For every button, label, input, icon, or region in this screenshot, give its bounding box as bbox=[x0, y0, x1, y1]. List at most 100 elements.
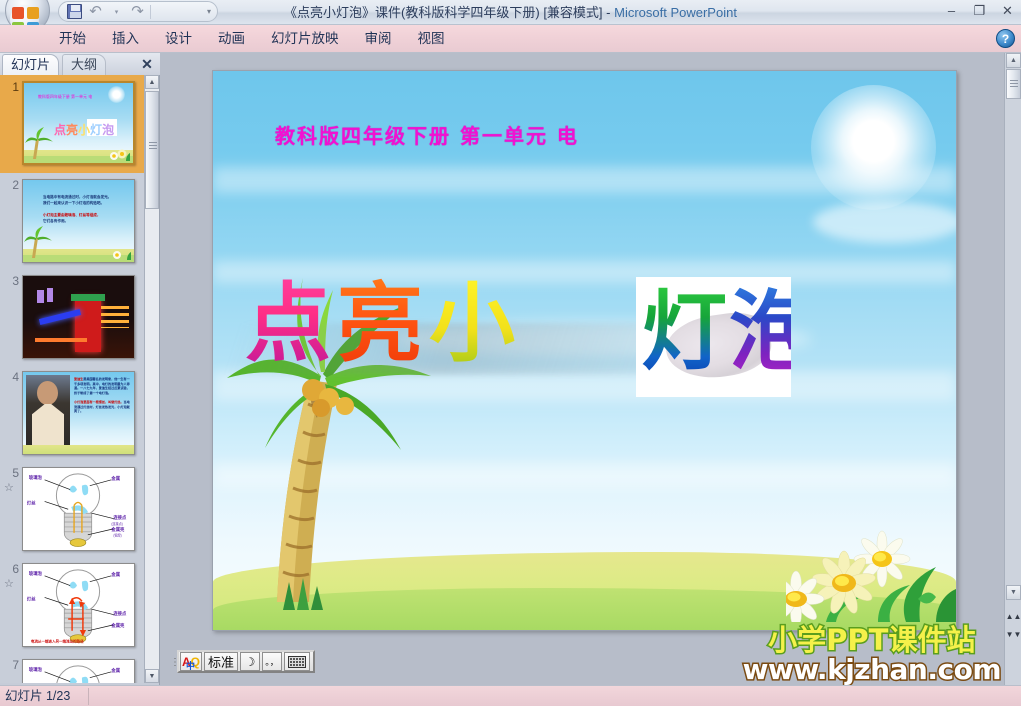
close-button[interactable]: ✕ bbox=[998, 2, 1017, 19]
slide-vertical-scrollbar[interactable]: ▲ ▼ ▲▲ ▼▼ bbox=[1004, 53, 1021, 685]
svg-text:连接点: 连接点 bbox=[113, 610, 127, 617]
status-bar: 幻灯片 1/23 bbox=[0, 685, 1021, 706]
scroll-thumb[interactable] bbox=[1006, 69, 1021, 99]
thumb-portrait-photo bbox=[26, 375, 70, 445]
ime-fullwidth-icon[interactable]: ☽ bbox=[240, 652, 261, 671]
thumb-neon-strip bbox=[35, 338, 87, 342]
help-icon[interactable]: ? bbox=[996, 29, 1015, 48]
thumb-neon-purple bbox=[37, 290, 44, 303]
save-button[interactable] bbox=[66, 3, 83, 20]
tab-outline[interactable]: 大纲 bbox=[62, 54, 107, 75]
thumbnail-item-3[interactable]: 3 bbox=[0, 269, 145, 365]
thumbnail-item-2[interactable]: 2 当电路中有电流通过时，小灯泡就会发光。 我们一起来认识一下小灯泡的构造吧。 小灯… bbox=[0, 173, 145, 269]
tab-slideshow[interactable]: 幻灯片放映 bbox=[258, 25, 352, 53]
status-divider bbox=[88, 688, 89, 705]
close-pane-icon[interactable]: ✕ bbox=[138, 55, 156, 73]
ribbon-tab-strip: 开始 插入 设计 动画 幻灯片放映 审阅 视图 ? bbox=[0, 25, 1021, 53]
tab-view[interactable]: 视图 bbox=[405, 25, 458, 53]
slide-thumbnail-list[interactable]: 1 教科版四年级下册 第一单元 电 点亮小灯泡 2 当电路中有电流通过时，小灯泡… bbox=[0, 75, 145, 683]
tab-slides-thumbnails[interactable]: 幻灯片 bbox=[2, 54, 60, 75]
tab-review[interactable]: 审阅 bbox=[352, 25, 405, 53]
thumb-flower-icon bbox=[113, 251, 131, 260]
thumbnail-item-7[interactable]: 7 玻璃泡 金属 bbox=[0, 653, 145, 683]
thumbnail-item-6[interactable]: 6 ☆ 玻璃泡 灯丝 金属 连接点 金属壳 电流从一端进入另一端流出的路径 bbox=[0, 557, 145, 653]
svg-text:灯丝: 灯丝 bbox=[27, 595, 36, 602]
animation-star-icon: ☆ bbox=[4, 578, 14, 590]
wordart-image-box[interactable]: 灯泡 bbox=[636, 277, 791, 397]
thumbnail-number: 6 bbox=[12, 562, 19, 576]
tab-design[interactable]: 设计 bbox=[152, 25, 205, 53]
svg-text:玻璃泡: 玻璃泡 bbox=[29, 666, 43, 673]
thumb-ground bbox=[23, 445, 134, 454]
thumb-neon-green bbox=[71, 294, 105, 301]
undo-dropdown-icon[interactable]: ▾ bbox=[108, 3, 125, 20]
slide-title-wordart[interactable]: 点亮小 bbox=[245, 281, 956, 367]
thumb-body-text: 爱迪生是美国著名的发明家，他一生有一千多项发明。其中，电灯的发明最为人称道。一八… bbox=[74, 377, 130, 414]
tab-home[interactable]: 开始 bbox=[46, 25, 99, 53]
svg-text:金属壳: 金属壳 bbox=[110, 526, 125, 533]
scroll-up-icon[interactable]: ▲ bbox=[1006, 53, 1021, 68]
powerpoint-window: 《点亮小灯泡》课件(教科版科学四年级下册) [兼容模式] - Microsoft… bbox=[0, 0, 1021, 706]
title-char-2: 亮 bbox=[337, 274, 429, 374]
ime-mode-button[interactable]: 标准 bbox=[204, 652, 239, 671]
ime-logo-icon[interactable]: AQ中 bbox=[180, 652, 202, 671]
minimize-button[interactable]: – bbox=[942, 2, 961, 19]
slide-subtitle[interactable]: 教科版四年级下册 第一单元 电 bbox=[275, 120, 579, 149]
ime-toolbar[interactable]: AQ中 标准 ☽ 。， bbox=[177, 650, 316, 673]
thumb-bulb-diagram-current: 玻璃泡灯丝 金属连接点 金属壳 电流从一端进入另一端流出的路径 bbox=[27, 569, 127, 644]
ime-keyboard-icon[interactable] bbox=[284, 652, 311, 671]
next-slide-button[interactable]: ▼▼ bbox=[1006, 627, 1021, 642]
svg-text:金属: 金属 bbox=[110, 571, 120, 578]
scrollbar-corner bbox=[1005, 653, 1021, 685]
thumbnail-scrollbar[interactable]: ▲ ▼ bbox=[144, 75, 159, 683]
scroll-down-icon[interactable]: ▼ bbox=[1006, 585, 1021, 600]
quick-access-toolbar: ↶ ▾ ↷ ▾ bbox=[58, 1, 218, 22]
ribbon-tabs: 开始 插入 设计 动画 幻灯片放映 审阅 视图 bbox=[46, 25, 458, 53]
thumbnail-scroll-down-icon[interactable]: ▼ bbox=[145, 669, 159, 683]
current-slide[interactable]: 教科版四年级下册 第一单元 电 点亮小 灯泡 bbox=[212, 70, 957, 631]
thumbnail-item-5[interactable]: 5 ☆ 玻璃泡 灯丝 金属 连接点 金属壳 (连接点) (锡焊) bbox=[0, 461, 145, 557]
restore-button[interactable]: ❐ bbox=[970, 2, 989, 19]
thumb-title: 点亮小灯泡 bbox=[54, 123, 115, 137]
thumbnail-number: 3 bbox=[12, 274, 19, 288]
thumbnail-number: 7 bbox=[12, 658, 19, 672]
thumbnail-preview bbox=[22, 275, 135, 359]
thumbnail-number: 5 bbox=[12, 466, 19, 480]
ime-punctuation-icon[interactable]: 。， bbox=[262, 652, 283, 671]
flowers-icon bbox=[767, 530, 956, 628]
thumbnail-scroll-up-icon[interactable]: ▲ bbox=[145, 75, 159, 89]
svg-text:金属: 金属 bbox=[110, 667, 120, 674]
thumbnail-preview: 玻璃泡 金属 bbox=[22, 659, 135, 683]
title-bar: 《点亮小灯泡》课件(教科版科学四年级下册) [兼容模式] - Microsoft… bbox=[0, 0, 1021, 34]
tab-insert[interactable]: 插入 bbox=[99, 25, 152, 53]
svg-text:金属壳: 金属壳 bbox=[110, 622, 125, 629]
thumbnail-item-4[interactable]: 4 爱迪生是美国著名的发明家，他一生有一千多项发明。其中，电灯的发明最为人称道。… bbox=[0, 365, 145, 461]
thumbnail-preview: 爱迪生是美国著名的发明家，他一生有一千多项发明。其中，电灯的发明最为人称道。一八… bbox=[22, 371, 135, 455]
thumb-neon-purple2 bbox=[47, 288, 53, 302]
pane-tab-strip: 幻灯片 大纲 ✕ bbox=[0, 53, 160, 75]
undo-button[interactable]: ↶ bbox=[87, 3, 104, 20]
thumb-palm-icon bbox=[24, 226, 52, 258]
thumb-bulb-diagram: 玻璃泡灯丝 金属连接点 金属壳 (连接点) (锡焊) bbox=[27, 473, 127, 547]
slides-pane: 幻灯片 大纲 ✕ 1 教科版四年级下册 第一单元 电 点亮小灯泡 2 当电路中有… bbox=[0, 53, 160, 685]
application-name: Microsoft PowerPoint bbox=[614, 5, 737, 20]
title-separator: - bbox=[602, 5, 615, 20]
svg-text:玻璃泡: 玻璃泡 bbox=[29, 570, 43, 577]
thumb-palm-icon bbox=[25, 127, 53, 159]
tab-animations[interactable]: 动画 bbox=[205, 25, 258, 53]
animation-star-icon: ☆ bbox=[4, 482, 14, 494]
thumb-neon-windows bbox=[101, 306, 129, 328]
qat-divider bbox=[150, 4, 151, 19]
svg-text:连接点: 连接点 bbox=[113, 514, 127, 521]
thumb-neon-red bbox=[75, 298, 101, 352]
redo-button[interactable]: ↷ bbox=[129, 3, 146, 20]
daisy-flowers-illustration bbox=[767, 527, 956, 628]
thumbnail-number: 1 bbox=[12, 80, 19, 94]
document-title: 《点亮小灯泡》课件(教科版科学四年级下册) [兼容模式] bbox=[284, 5, 603, 20]
scroll-grip-icon bbox=[1010, 80, 1018, 89]
customize-qat-icon[interactable]: ▾ bbox=[207, 7, 211, 16]
thumbnail-item-1[interactable]: 1 教科版四年级下册 第一单元 电 点亮小灯泡 bbox=[0, 75, 145, 173]
thumbnail-scroll-thumb[interactable] bbox=[145, 91, 159, 209]
svg-text:电流从一端进入另一端流出的路径: 电流从一端进入另一端流出的路径 bbox=[31, 639, 84, 644]
previous-slide-button[interactable]: ▲▲ bbox=[1006, 609, 1021, 624]
